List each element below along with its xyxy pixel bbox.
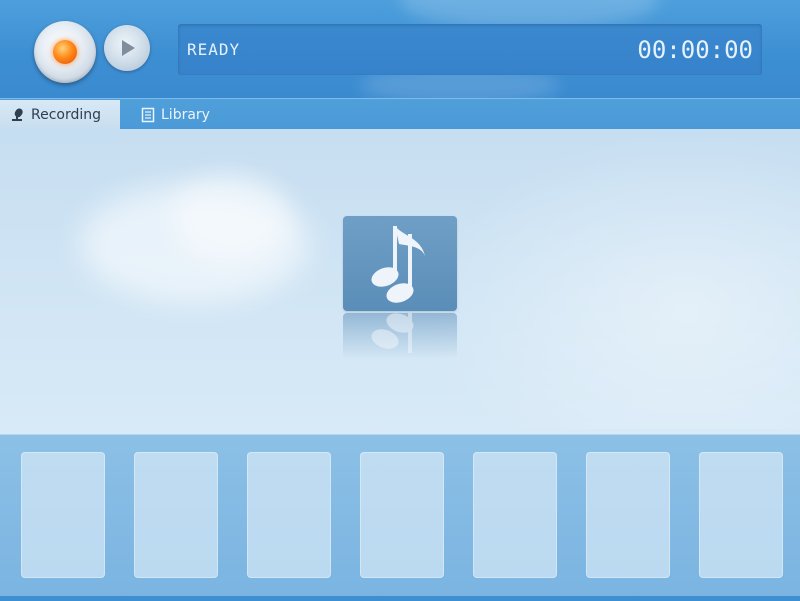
slot-tile[interactable] xyxy=(360,452,444,578)
timer-text: 00:00:00 xyxy=(637,36,753,64)
play-button[interactable] xyxy=(104,25,150,71)
slot-strip xyxy=(0,434,800,601)
slot-tile[interactable] xyxy=(699,452,783,578)
tab-recording[interactable]: Recording xyxy=(0,100,120,130)
tab-label: Library xyxy=(161,107,210,123)
tab-bar: Recording Library xyxy=(0,98,800,130)
status-text: READY xyxy=(187,40,241,59)
record-button[interactable] xyxy=(34,21,96,83)
bottom-border xyxy=(0,596,800,601)
play-icon xyxy=(122,40,135,56)
record-icon xyxy=(53,40,77,64)
microphone-icon xyxy=(10,107,26,123)
slot-tile[interactable] xyxy=(247,452,331,578)
recording-panel xyxy=(0,129,800,434)
background-haze xyxy=(420,129,800,429)
slot-tile[interactable] xyxy=(473,452,557,578)
book-icon xyxy=(140,107,156,123)
music-note-icon xyxy=(343,216,457,311)
slot-tile[interactable] xyxy=(586,452,670,578)
header-bar: READY 00:00:00 xyxy=(0,0,800,98)
tab-label: Recording xyxy=(31,107,102,123)
background-cloud xyxy=(170,174,290,264)
slot-tile[interactable] xyxy=(134,452,218,578)
slot-tile[interactable] xyxy=(21,452,105,578)
status-display: READY 00:00:00 xyxy=(178,24,762,75)
tab-library[interactable]: Library xyxy=(130,100,240,130)
music-note-reflection xyxy=(343,313,457,359)
